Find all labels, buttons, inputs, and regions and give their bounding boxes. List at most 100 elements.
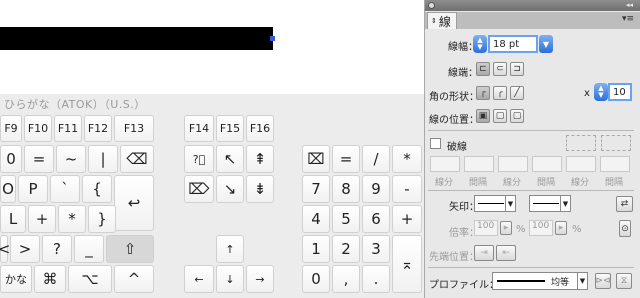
panel-menu-icon[interactable]: ▾≡ [622,14,634,24]
scale-end-arrow-icon[interactable]: ▸ [555,221,567,235]
panel-titlebar[interactable] [425,0,640,11]
key-shift[interactable]: ⇧ [106,235,154,263]
key-help[interactable]: ?⃝ [184,145,214,173]
gap-3-input[interactable] [600,156,630,172]
arrow-extend-button[interactable]: ⇥ [474,245,494,261]
key-numpad-6[interactable]: 6 [362,205,390,233]
key-numpad-equals[interactable]: = [332,145,360,173]
key-arrow-right[interactable]: → [246,265,274,293]
bevel-join-button[interactable]: ╱ [510,86,524,100]
gap-2-input[interactable] [532,156,562,172]
stroke-preview[interactable] [0,27,273,50]
key-arrow-left[interactable]: ← [184,265,214,293]
key-l[interactable]: L [0,205,26,233]
profile-select[interactable]: 均等 ▼ [492,272,588,290]
key-right-brace[interactable]: } [88,205,116,233]
align-outside-button[interactable]: ▢ [510,109,524,123]
weight-stepper[interactable]: ▲ ▼ [473,35,487,53]
key-arrow-down[interactable]: ↓ [216,265,244,293]
key-numpad-4[interactable]: 4 [302,205,330,233]
key-numpad-star[interactable]: * [392,145,422,173]
flip-vertical-icon[interactable]: ⧖ [616,273,632,289]
swap-arrows-icon[interactable]: ⇄ [616,196,633,212]
anchor-point[interactable] [270,36,275,41]
key-underscore[interactable]: _ [74,235,104,263]
dash-preserve-button[interactable] [566,135,596,151]
key-f9[interactable]: F9 [0,115,22,142]
key-numpad-minus[interactable]: - [392,175,422,203]
limit-stepper[interactable]: ▲ ▼ [594,83,608,101]
key-command[interactable]: ⌘ [34,265,66,293]
miter-join-button[interactable]: ┌ [476,86,490,100]
key-equals[interactable]: = [24,145,54,173]
key-numpad-comma[interactable]: , [332,265,360,293]
collapse-icon[interactable]: ◂◂ [626,1,633,9]
arrow-start-select[interactable]: ▼ [474,195,516,212]
key-numpad-3[interactable]: 3 [362,235,390,263]
scale-start-input[interactable]: 100 [474,220,498,236]
key-tilde[interactable]: ~ [56,145,86,173]
key-f11[interactable]: F11 [54,115,82,142]
align-inside-button[interactable]: ▢ [493,109,507,123]
key-star[interactable]: * [58,205,86,233]
round-cap-button[interactable]: ⊂ [493,62,507,76]
flip-horizontal-icon[interactable]: ⊳⊲ [595,273,611,289]
link-scale-icon[interactable]: ⊙ [619,220,631,237]
dash-2-input[interactable] [498,156,528,172]
key-numpad-2[interactable]: 2 [332,235,360,263]
key-end[interactable]: ↘ [216,175,244,203]
dash-1-input[interactable] [430,156,460,172]
gap-1-input[interactable] [464,156,494,172]
key-page-up[interactable]: ⇞ [246,145,274,173]
key-o[interactable]: O [0,175,16,203]
key-numpad-slash[interactable]: / [362,145,390,173]
key-numpad-1[interactable]: 1 [302,235,330,263]
arrow-end-select[interactable]: ▼ [529,195,571,212]
key-0[interactable]: 0 [0,145,22,173]
limit-input[interactable]: 10 [608,83,632,101]
scale-start-arrow-icon[interactable]: ▸ [500,221,512,235]
weight-input[interactable]: 18 pt [488,35,538,53]
key-numpad-0[interactable]: 0 [302,265,330,293]
key-f10[interactable]: F10 [24,115,52,142]
tab-stroke[interactable]: ⇕ 線 [427,12,457,29]
key-arrow-up[interactable]: ↑ [216,235,244,263]
key-return[interactable]: ↩ [114,175,154,231]
key-p[interactable]: P [18,175,48,203]
key-caret[interactable]: ^ [114,265,154,293]
key-greater-than[interactable]: > [10,235,40,263]
key-f14[interactable]: F14 [184,115,214,142]
key-page-down[interactable]: ⇟ [246,175,274,203]
key-home[interactable]: ↖ [216,145,244,173]
round-join-button[interactable]: ╭ [493,86,507,100]
butt-cap-button[interactable]: ⊏ [476,62,490,76]
dashed-checkbox[interactable] [430,138,441,149]
key-left-brace[interactable]: { [82,175,112,203]
key-f16[interactable]: F16 [246,115,274,142]
key-numpad-enter[interactable]: ⌅ [392,235,422,293]
key-f13[interactable]: F13 [114,115,154,142]
key-numpad-7[interactable]: 7 [302,175,330,203]
dash-align-button[interactable] [601,135,631,151]
projecting-cap-button[interactable]: ⊐ [510,62,524,76]
weight-dropdown-button[interactable]: ▼ [539,35,553,53]
key-forward-delete[interactable]: ⌦ [184,175,214,203]
dash-3-input[interactable] [566,156,596,172]
key-option[interactable]: ⌥ [68,265,112,293]
key-clear[interactable]: ⌧ [302,145,330,173]
key-delete[interactable]: ⌫ [120,145,154,173]
key-backtick[interactable]: ` [50,175,80,203]
key-less-than[interactable]: < [0,235,10,263]
key-question[interactable]: ? [42,235,72,263]
key-f12[interactable]: F12 [84,115,112,142]
key-f15[interactable]: F15 [216,115,244,142]
key-numpad-8[interactable]: 8 [332,175,360,203]
key-numpad-5[interactable]: 5 [332,205,360,233]
key-kana[interactable]: かな [0,265,32,293]
key-numpad-9[interactable]: 9 [362,175,390,203]
scale-end-input[interactable]: 100 [529,220,553,236]
align-center-button[interactable]: ▣ [476,109,490,123]
key-numpad-plus[interactable]: + [392,205,422,233]
key-pipe[interactable]: | [88,145,118,173]
key-plus[interactable]: + [28,205,56,233]
